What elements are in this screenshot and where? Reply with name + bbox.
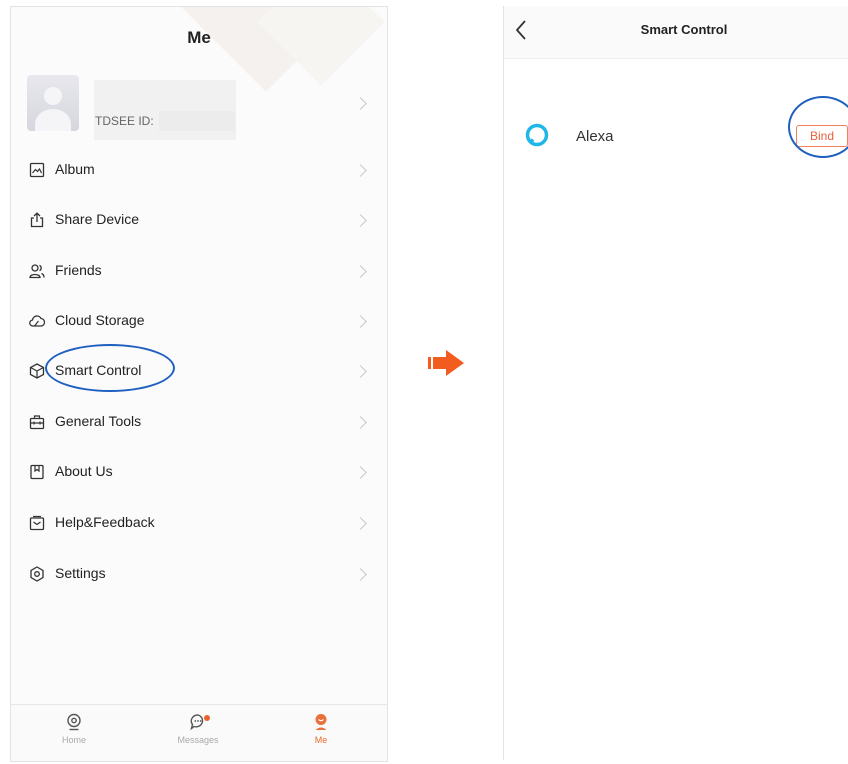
menu-item-label: General Tools [55,413,142,429]
tab-me[interactable]: Me [281,713,361,745]
me-screen: Me TDSEE ID: Album Share Device Friends [10,6,388,762]
chevron-right-icon [354,517,367,530]
menu-item-album[interactable]: Album [11,148,387,194]
tab-label: Home [61,735,86,745]
menu-item-general-tools[interactable]: General Tools [11,400,387,446]
integration-name: Alexa [576,128,614,145]
menu-item-label: Cloud Storage [55,312,145,328]
bottom-tab-bar: Home Messages Me [11,704,387,761]
toolbox-icon [29,414,45,430]
menu-item-friends[interactable]: Friends [11,249,387,295]
bookmark-icon [29,464,45,480]
tab-messages[interactable]: Messages [158,713,238,745]
cube-icon [29,363,45,379]
camera-icon [65,713,83,731]
page-title: Smart Control [640,22,728,37]
menu-item-label: Friends [55,262,102,278]
friends-icon [29,263,45,279]
menu-item-label: Album [55,161,95,177]
menu-item-settings[interactable]: Settings [11,552,387,598]
profile-card[interactable]: TDSEE ID: [11,65,387,141]
redacted-username [94,80,236,140]
chevron-right-icon [354,416,367,429]
menu-item-help-feedback[interactable]: Help&Feedback [11,501,387,547]
chevron-right-icon [354,164,367,177]
smart-control-highlight [45,344,175,392]
redacted-id [159,111,235,131]
menu-item-label: About Us [55,463,113,479]
chevron-right-icon [354,568,367,581]
smart-control-screen: Smart Control Alexa Bind [503,6,848,760]
menu-item-label: Settings [55,565,106,581]
avatar[interactable] [27,75,79,131]
menu-item-about-us[interactable]: About Us [11,450,387,496]
unread-badge [204,715,210,721]
tab-home[interactable]: Home [34,713,114,745]
avatar-head [44,87,62,105]
navigation-bar: Smart Control [504,6,848,59]
feedback-icon [29,515,45,531]
tdsee-id-label: TDSEE ID: [95,114,154,128]
user-icon [312,713,330,731]
menu-item-label: Share Device [55,211,140,227]
share-icon [29,212,45,228]
settings-icon [29,566,45,582]
menu-item-share-device[interactable]: Share Device [11,198,387,244]
bind-highlight [788,96,848,158]
tab-label: Me [314,735,328,745]
chevron-right-icon [354,315,367,328]
chevron-right-icon [354,466,367,479]
chevron-right-icon [354,214,367,227]
alexa-icon [524,122,550,148]
menu-item-label: Help&Feedback [55,514,155,530]
chevron-right-icon [354,265,367,278]
chevron-right-icon [354,97,367,110]
avatar-body [35,109,71,131]
arrow-right-icon [428,350,464,376]
tab-label: Messages [177,735,219,745]
image-icon [29,162,45,178]
chevron-right-icon [354,365,367,378]
cloud-icon [29,313,46,329]
menu-item-cloud-storage[interactable]: Cloud Storage [11,299,387,345]
page-title: Me [187,28,211,47]
